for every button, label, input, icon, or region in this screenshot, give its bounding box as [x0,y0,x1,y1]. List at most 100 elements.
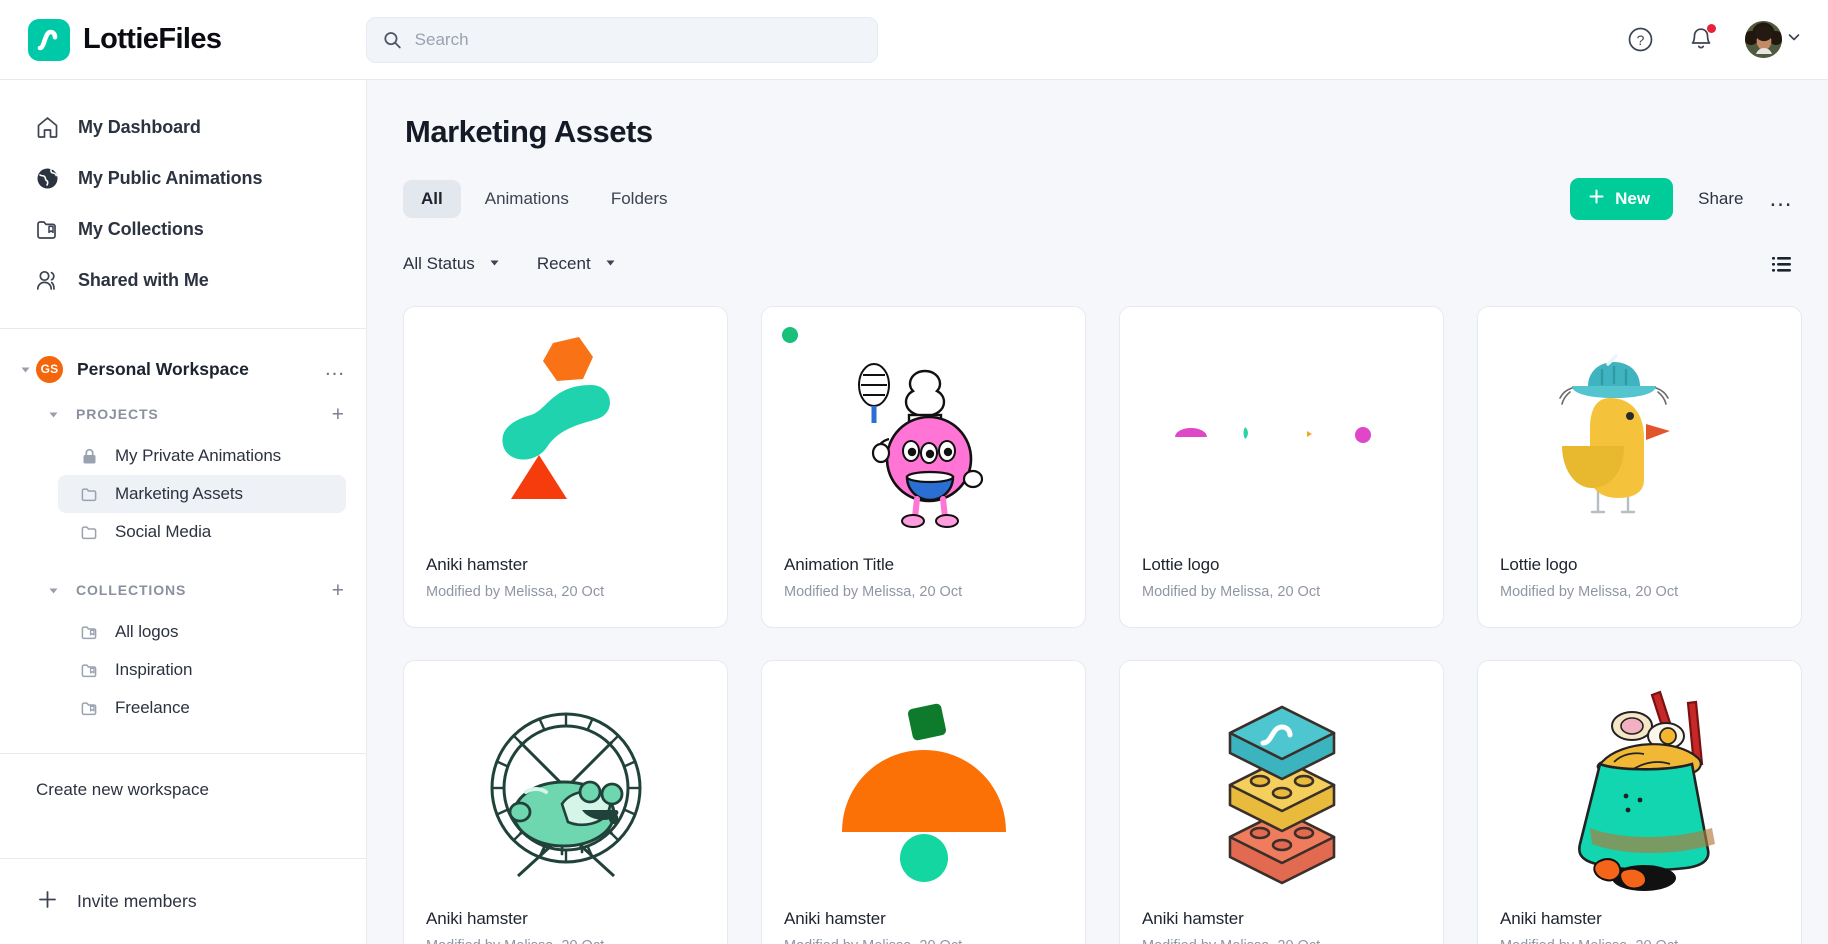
new-button-label: New [1615,189,1651,208]
orange-dome-art [841,703,1006,882]
asset-thumbnail [762,661,1085,909]
folder-bookmark-icon [80,661,101,680]
search-input[interactable] [414,29,861,50]
lottie-logo-icon [28,18,70,61]
bell-icon[interactable] [1684,23,1718,57]
help-circle-icon[interactable]: ? [1623,23,1657,57]
sidebar-item-marketing-assets[interactable]: Marketing Assets [58,475,346,513]
asset-title: Aniki hamster [426,909,528,928]
brand-logo[interactable]: LottieFiles [28,18,366,61]
asset-meta: Lottie logo Modified by Melissa, 20 Oct [1120,555,1443,600]
asset-subtitle: Modified by Melissa, 20 Oct [1142,938,1421,944]
tab-animations[interactable]: Animations [467,180,587,218]
asset-card[interactable]: Lottie logo Modified by Melissa, 20 Oct [1477,306,1802,628]
abstract-shapes-art [501,337,610,499]
sidebar-nav: My Dashboard My Public Animations My Col… [0,80,366,322]
filter-recent[interactable]: Recent [537,254,617,274]
new-button[interactable]: New [1570,178,1674,220]
tab-all[interactable]: All [403,180,461,218]
workspace-name: Personal Workspace [77,358,249,379]
create-workspace-button[interactable]: Create new workspace [0,754,366,800]
sidebar-item-label: All logos [115,622,179,641]
asset-subtitle: Modified by Melissa, 20 Oct [1142,584,1321,600]
asset-subtitle: Modified by Melissa, 20 Oct [784,938,1063,944]
invite-members-label: Invite members [77,891,197,911]
chevron-down-icon [604,254,617,274]
hamster-wheel-art [490,712,641,878]
asset-thumbnail [762,307,1085,555]
filter-label: All Status [403,254,475,273]
sidebar-item-label: Shared with Me [78,270,209,290]
asset-card[interactable]: Lottie logo Modified by Melissa, 20 Oct [1119,306,1444,628]
sidebar-item-my-collections[interactable]: My Collections [0,204,366,255]
scatter-dots-art [1174,427,1371,443]
asset-title: Lottie logo [1500,555,1578,574]
sidebar-item-label: Marketing Assets [115,484,243,503]
account-menu[interactable] [1745,21,1802,58]
asset-card[interactable]: Aniki hamster Modified by Melissa, 20 Oc… [403,306,728,628]
filter-label: Recent [536,254,591,273]
asset-thumbnail [1120,661,1443,909]
status-badge [782,327,798,343]
asset-card[interactable]: Aniki hamster Modified by Melissa, 20 Oc… [1119,660,1444,944]
sidebar-item-label: Social Media [115,522,212,541]
chef-donut-art [857,363,983,528]
brand-name: LottieFiles [83,23,222,55]
asset-card[interactable]: Aniki hamster Modified by Melissa, 20 Oc… [761,660,1086,944]
caret-down-icon[interactable] [14,363,36,376]
stacked-blocks-art [1228,705,1335,885]
sidebar-item-all-logos[interactable]: All logos [58,613,346,651]
caret-down-icon[interactable] [42,584,64,597]
add-collection-icon[interactable]: + [332,580,344,601]
svg-text:?: ? [1636,32,1644,48]
asset-subtitle: Modified by Melissa, 20 Oct [1500,584,1679,600]
filter-all-status[interactable]: All Status [403,254,501,274]
asset-title: Lottie logo [1142,555,1220,574]
sidebar-item-my-dashboard[interactable]: My Dashboard [0,102,366,153]
list-view-icon[interactable] [1769,252,1794,277]
topbar-actions: ? [1623,21,1802,58]
chevron-down-icon[interactable] [1786,29,1802,50]
invite-members-button[interactable]: Invite members [0,858,366,944]
top-bar: LottieFiles ? [0,0,1828,80]
caret-down-icon[interactable] [42,408,64,421]
tab-list: All Animations Folders [403,180,686,218]
sidebar-item-shared-with-me[interactable]: Shared with Me [0,255,366,306]
folder-bookmark-icon [80,623,101,642]
asset-thumbnail [1120,307,1443,555]
notification-unread-dot [1707,23,1716,33]
filter-bar: All Status Recent [403,248,1794,280]
workspace-row[interactable]: GS Personal Workspace … [0,347,366,391]
ramen-bowl-art [1577,690,1715,891]
people-icon [34,268,60,293]
sidebar-item-freelance[interactable]: Freelance [58,689,346,727]
sidebar-item-my-private-animations[interactable]: My Private Animations [58,437,346,475]
asset-card[interactable]: Aniki hamster Modified by Melissa, 20 Oc… [403,660,728,944]
asset-thumbnail [404,661,727,909]
search-box[interactable] [366,16,878,63]
asset-subtitle: Modified by Melissa, 20 Oct [426,584,605,600]
share-button[interactable]: Share [1698,189,1743,209]
add-project-icon[interactable]: + [332,404,344,425]
yellow-bird-art [1558,354,1670,514]
sidebar-item-label: My Collections [78,219,204,239]
asset-meta: Aniki hamster Modified by Melissa, 20 Oc… [404,555,727,600]
asset-title: Animation Title [784,555,894,574]
sidebar-item-label: Inspiration [115,660,193,679]
sidebar-item-my-public-animations[interactable]: My Public Animations [0,153,366,204]
asset-subtitle: Modified by Melissa, 20 Oct [426,938,705,944]
asset-card[interactable]: Animation Title Modified by Melissa, 20 … [761,306,1086,628]
workspace-more-icon[interactable]: … [324,358,346,379]
sidebar-item-social-media[interactable]: Social Media [58,513,346,551]
toolbar: All Animations Folders New Share … [403,178,1794,220]
home-icon [34,115,60,140]
sidebar-item-inspiration[interactable]: Inspiration [58,651,346,689]
asset-meta: Lottie logo Modified by Melissa, 20 Oct [1478,555,1801,600]
folder-bookmark-icon [80,699,101,718]
asset-thumbnail [404,307,727,555]
asset-card[interactable]: Aniki hamster Modified by Melissa, 20 Oc… [1477,660,1802,944]
user-avatar[interactable] [1745,21,1782,58]
more-options-icon[interactable]: … [1769,187,1795,211]
asset-thumbnail [1478,307,1801,555]
tab-folders[interactable]: Folders [593,180,686,218]
